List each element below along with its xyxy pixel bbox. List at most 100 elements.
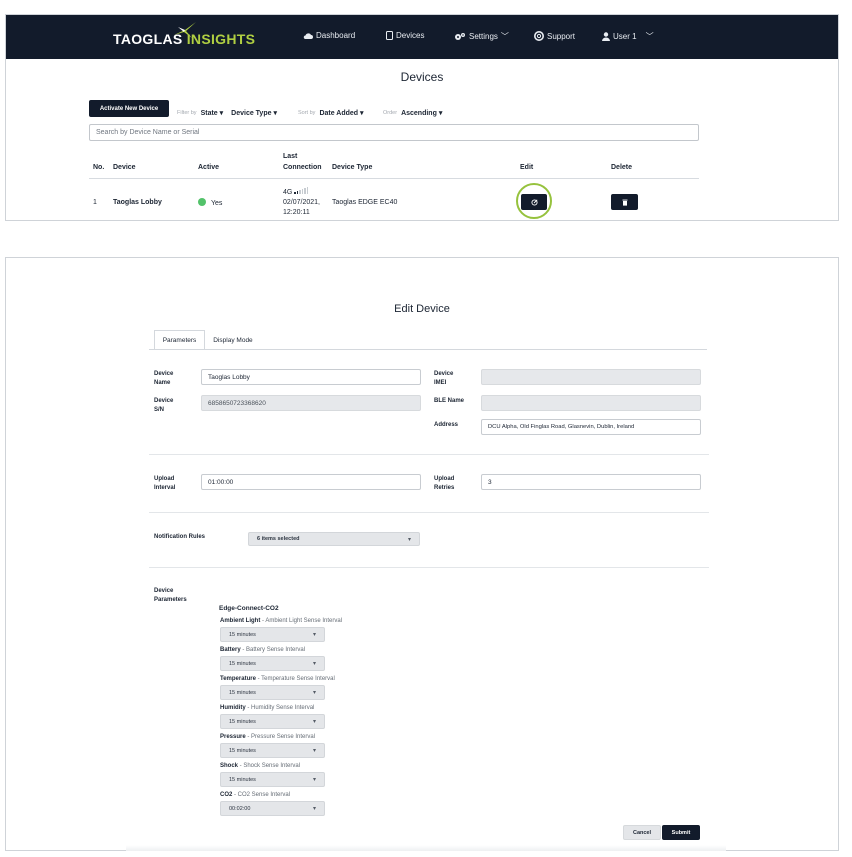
column-header-last-connection: Last Connection bbox=[283, 151, 322, 173]
row-1-no: 1 bbox=[93, 199, 97, 206]
ble-name-label: BLE Name bbox=[434, 398, 465, 404]
caret-down-icon: ▾ bbox=[407, 536, 411, 543]
nav-dashboard[interactable]: Dashboard bbox=[303, 31, 355, 40]
nav-user-label: User 1 bbox=[613, 32, 637, 41]
caret-down-icon: ▾ bbox=[360, 110, 364, 117]
param-temperature-select[interactable]: 15 minutes ▾ bbox=[220, 685, 325, 700]
param-co2-desc: - CO2 Sense Interval bbox=[232, 792, 291, 798]
tab-parameters[interactable]: Parameters bbox=[154, 330, 205, 350]
upload-retries-label-line1: Upload bbox=[434, 476, 455, 482]
param-co2-select[interactable]: 00:02:00 ▾ bbox=[220, 801, 325, 816]
nav-support[interactable]: Support bbox=[534, 31, 575, 41]
param-humidity-title: Humidity - Humidity Sense Interval bbox=[220, 705, 314, 711]
upload-interval-label-line2: Interval bbox=[154, 485, 176, 491]
order-label: Order bbox=[383, 110, 398, 116]
row-1-edit-button[interactable] bbox=[521, 194, 547, 210]
chevron-down-icon: ﹀ bbox=[500, 32, 509, 41]
nav-settings[interactable]: Settings ﹀ bbox=[454, 31, 509, 42]
param-pressure-value: 15 minutes bbox=[229, 747, 256, 754]
param-shock-name: Shock bbox=[220, 763, 239, 769]
caret-down-icon: ▾ bbox=[312, 661, 316, 667]
param-co2-title: CO2 - CO2 Sense Interval bbox=[220, 792, 290, 798]
column-header-device: Device bbox=[113, 164, 136, 171]
row-1-device-name[interactable]: Taoglas Lobby bbox=[113, 198, 162, 208]
column-header-no: No. bbox=[93, 164, 105, 171]
section-divider bbox=[149, 454, 709, 455]
param-shock-title: Shock - Shock Sense Interval bbox=[220, 763, 300, 769]
param-humidity-select[interactable]: 15 minutes ▾ bbox=[220, 714, 325, 729]
param-shock-select[interactable]: 15 minutes ▾ bbox=[220, 772, 325, 787]
address-label: Address bbox=[434, 422, 459, 428]
param-temperature-name: Temperature bbox=[220, 676, 256, 682]
notification-rules-value: 6 items selected bbox=[257, 536, 300, 542]
upload-retries-input[interactable]: 3 bbox=[481, 474, 701, 490]
notification-rules-select[interactable]: 6 items selected ▾ bbox=[248, 532, 420, 546]
param-co2-value: 00:02:00 bbox=[229, 805, 251, 812]
sort-by-group: Sort by Date Added ▾ bbox=[298, 109, 364, 117]
section-divider bbox=[149, 512, 709, 513]
param-humidity-desc: - Humidity Sense Interval bbox=[245, 705, 315, 711]
submit-button[interactable]: Submit bbox=[662, 825, 700, 840]
device-parameters-label-line1: Device bbox=[154, 588, 174, 594]
upload-interval-label-line1: Upload bbox=[154, 476, 175, 482]
edit-icon bbox=[530, 198, 538, 206]
device-name-input[interactable]: Taoglas Lobby bbox=[201, 369, 421, 385]
edit-device-panel: Edit Device Parameters Display Mode Devi… bbox=[5, 257, 839, 851]
row-1-date: 02/07/2021, bbox=[283, 199, 320, 206]
nav-dashboard-label: Dashboard bbox=[316, 31, 356, 40]
user-icon bbox=[602, 32, 610, 41]
nav-user-menu[interactable]: User 1 ﹀ bbox=[602, 31, 654, 42]
param-ambient-light-select[interactable]: 15 minutes ▾ bbox=[220, 627, 325, 642]
activate-new-device-button[interactable]: Activate New Device bbox=[89, 100, 169, 117]
param-co2-name: CO2 bbox=[220, 792, 233, 798]
cancel-button[interactable]: Cancel bbox=[623, 825, 661, 840]
tablet-icon bbox=[386, 31, 393, 40]
tab-display-mode[interactable]: Display Mode bbox=[206, 330, 260, 350]
sort-by-value: Date Added bbox=[319, 110, 359, 117]
order-group: Order Ascending ▾ bbox=[383, 109, 442, 117]
filter-device-type-dropdown[interactable]: Device Type ▾ bbox=[231, 109, 277, 117]
param-ambient-light-value: 15 minutes bbox=[229, 631, 256, 638]
param-temperature-title: Temperature - Temperature Sense Interval bbox=[220, 676, 335, 682]
caret-down-icon: ▾ bbox=[438, 110, 443, 117]
notification-rules-label: Notification Rules bbox=[154, 534, 206, 540]
device-sn-label: Device S/N bbox=[154, 397, 173, 415]
row-1-device-type: Taoglas EDGE EC40 bbox=[332, 199, 398, 206]
caret-down-icon: ▾ bbox=[312, 719, 316, 725]
address-input[interactable]: DCU Alpha, Old Finglas Road, Glasnevin, … bbox=[481, 419, 701, 435]
upload-interval-input[interactable]: 01:00:00 bbox=[201, 474, 421, 490]
tab-bar-divider bbox=[149, 349, 707, 350]
device-sn-label-line1: Device bbox=[154, 398, 174, 404]
logo-main-text: TAOGLAS bbox=[113, 31, 183, 47]
nav-settings-label: Settings bbox=[469, 32, 498, 41]
status-dot-icon bbox=[198, 198, 206, 206]
order-dropdown[interactable]: Ascending ▾ bbox=[401, 109, 442, 117]
upload-retries-label: Upload Retries bbox=[434, 475, 454, 493]
device-search-input[interactable]: Search by Device Name or Serial bbox=[89, 124, 699, 141]
caret-down-icon: ▾ bbox=[312, 748, 316, 754]
ble-name-input bbox=[481, 395, 701, 411]
caret-down-icon: ▾ bbox=[312, 690, 316, 696]
taoglas-insights-logo[interactable]: TAOGLAS INSIGHTS bbox=[113, 31, 255, 47]
filter-state-dropdown[interactable]: State ▾ bbox=[201, 109, 224, 117]
param-battery-title: Battery - Battery Sense Interval bbox=[220, 647, 305, 653]
param-battery-select[interactable]: 15 minutes ▾ bbox=[220, 656, 325, 671]
column-header-device-type: Device Type bbox=[332, 164, 373, 171]
column-header-last-connection-line1: Last bbox=[283, 153, 298, 160]
device-imei-label-line2: IMEI bbox=[434, 380, 447, 386]
row-1-delete-button[interactable] bbox=[611, 194, 638, 210]
caret-down-icon: ▾ bbox=[312, 632, 316, 638]
column-header-edit: Edit bbox=[520, 164, 534, 171]
device-imei-input bbox=[481, 369, 701, 385]
param-ambient-light-desc: - Ambient Light Sense Interval bbox=[260, 618, 343, 624]
table-header-divider bbox=[89, 178, 699, 179]
device-parameters-label: Device Parameters bbox=[154, 587, 187, 605]
column-header-last-connection-line2: Connection bbox=[283, 164, 322, 171]
param-pressure-select[interactable]: 15 minutes ▾ bbox=[220, 743, 325, 758]
nav-devices-label: Devices bbox=[396, 31, 425, 40]
sort-by-dropdown[interactable]: Date Added ▾ bbox=[319, 109, 363, 117]
param-battery-desc: - Battery Sense Interval bbox=[240, 647, 306, 653]
param-shock-desc: - Shock Sense Interval bbox=[238, 763, 301, 769]
nav-devices[interactable]: Devices bbox=[386, 31, 424, 40]
sort-by-label: Sort by bbox=[298, 110, 316, 116]
